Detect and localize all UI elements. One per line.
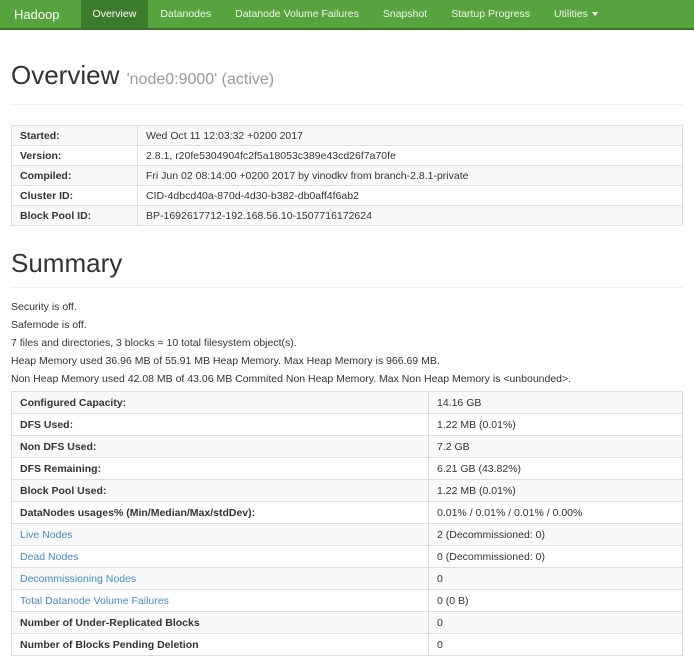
summary-table: Configured Capacity: 14.16 GB DFS Used: …: [11, 391, 683, 656]
metric-label-cell: Block Pool Used:: [12, 480, 429, 502]
metric-label: Non DFS Used:: [20, 441, 96, 453]
metric-value: 7.2 GB: [429, 436, 683, 458]
page-title: Overview 'node0:9000' (active): [11, 60, 683, 95]
navbar: Hadoop Overview Datanodes Datanode Volum…: [0, 0, 694, 30]
overview-info-table: Started: Wed Oct 11 12:03:32 +0200 2017 …: [11, 125, 683, 226]
summary-table-body: Configured Capacity: 14.16 GB DFS Used: …: [12, 392, 683, 656]
namenode-address: 'node0:9000' (active): [127, 71, 275, 88]
table-row: Version: 2.8.1, r20fe5304904fc2f5a18053c…: [12, 146, 683, 166]
table-row: Total Datanode Volume Failures 0 (0 B): [12, 590, 683, 612]
metric-label: DataNodes usages% (Min/Median/Max/stdDev…: [20, 507, 255, 519]
metric-label[interactable]: Dead Nodes: [20, 551, 78, 563]
overview-title: Overview: [11, 60, 119, 90]
metric-label: Number of Blocks Pending Deletion: [20, 639, 199, 651]
metric-label-cell: Non DFS Used:: [12, 436, 429, 458]
status-line: 7 files and directories, 3 blocks = 10 t…: [11, 337, 683, 349]
metric-value: 1.22 MB (0.01%): [429, 414, 683, 436]
metric-label-cell: Total Datanode Volume Failures: [12, 590, 429, 612]
info-value: Wed Oct 11 12:03:32 +0200 2017: [138, 126, 683, 146]
metric-label-cell: DataNodes usages% (Min/Median/Max/stdDev…: [12, 502, 429, 524]
divider: [11, 287, 683, 288]
navbar-tab[interactable]: Overview: [81, 0, 149, 28]
metric-label-cell: DFS Used:: [12, 414, 429, 436]
metric-value: 0: [429, 568, 683, 590]
navbar-tab[interactable]: Snapshot: [371, 0, 439, 28]
table-row: DataNodes usages% (Min/Median/Max/stdDev…: [12, 502, 683, 524]
navbar-tab-label: Overview: [93, 8, 137, 20]
info-label: Compiled:: [12, 166, 138, 186]
table-row: Non DFS Used: 7.2 GB: [12, 436, 683, 458]
table-row: Block Pool Used: 1.22 MB (0.01%): [12, 480, 683, 502]
divider: [11, 104, 683, 105]
status-line: Non Heap Memory used 42.08 MB of 43.06 M…: [11, 373, 683, 385]
table-row: Dead Nodes 0 (Decommissioned: 0): [12, 546, 683, 568]
table-row: Block Pool ID: BP-1692617712-192.168.56.…: [12, 206, 683, 226]
metric-label[interactable]: Total Datanode Volume Failures: [20, 595, 169, 607]
navbar-tab-label: Datanode Volume Failures: [235, 8, 359, 20]
metric-value: 0: [429, 634, 683, 656]
chevron-down-icon: [592, 12, 598, 16]
status-line: Heap Memory used 36.96 MB of 55.91 MB He…: [11, 355, 683, 367]
metric-label[interactable]: Live Nodes: [20, 529, 73, 541]
metric-label-cell: DFS Remaining:: [12, 458, 429, 480]
table-row: Configured Capacity: 14.16 GB: [12, 392, 683, 414]
navbar-tab-label: Startup Progress: [451, 8, 530, 20]
navbar-tab-label: Utilities: [554, 8, 588, 20]
metric-label-cell: Decommissioning Nodes: [12, 568, 429, 590]
info-label: Cluster ID:: [12, 186, 138, 206]
main-content: Overview 'node0:9000' (active) Started: …: [0, 60, 694, 656]
info-label: Version:: [12, 146, 138, 166]
navbar-tab[interactable]: Utilities: [542, 0, 610, 28]
metric-label-cell: Number of Blocks Pending Deletion: [12, 634, 429, 656]
metric-label-cell: Configured Capacity:: [12, 392, 429, 414]
metric-label: Configured Capacity:: [20, 397, 126, 409]
navbar-tab-label: Snapshot: [383, 8, 427, 20]
metric-value: 0: [429, 612, 683, 634]
table-row: Number of Blocks Pending Deletion 0: [12, 634, 683, 656]
metric-label-cell: Number of Under-Replicated Blocks: [12, 612, 429, 634]
metric-label: Block Pool Used:: [20, 485, 106, 497]
metric-value: 2 (Decommissioned: 0): [429, 524, 683, 546]
metric-label-cell: Dead Nodes: [12, 546, 429, 568]
navbar-tab[interactable]: Datanodes: [148, 0, 223, 28]
info-label: Started:: [12, 126, 138, 146]
status-line: Security is off.: [11, 301, 683, 313]
navbar-tab[interactable]: Startup Progress: [439, 0, 542, 28]
navbar-tab-label: Datanodes: [160, 8, 211, 20]
info-value: CID-4dbcd40a-870d-4d30-b382-db0aff4f6ab2: [138, 186, 683, 206]
metric-label: DFS Used:: [20, 419, 73, 431]
info-value: 2.8.1, r20fe5304904fc2f5a18053c389e43cd2…: [138, 146, 683, 166]
overview-info-table-body: Started: Wed Oct 11 12:03:32 +0200 2017 …: [12, 126, 683, 226]
table-row: Live Nodes 2 (Decommissioned: 0): [12, 524, 683, 546]
status-line: Safemode is off.: [11, 319, 683, 331]
table-row: Started: Wed Oct 11 12:03:32 +0200 2017: [12, 126, 683, 146]
table-row: DFS Remaining: 6.21 GB (43.82%): [12, 458, 683, 480]
table-row: Number of Under-Replicated Blocks 0: [12, 612, 683, 634]
metric-value: 6.21 GB (43.82%): [429, 458, 683, 480]
info-value: Fri Jun 02 08:14:00 +0200 2017 by vinodk…: [138, 166, 683, 186]
summary-status-lines: Security is off. Safemode is off. 7 file…: [11, 301, 683, 385]
table-row: Compiled: Fri Jun 02 08:14:00 +0200 2017…: [12, 166, 683, 186]
table-row: Cluster ID: CID-4dbcd40a-870d-4d30-b382-…: [12, 186, 683, 206]
table-row: Decommissioning Nodes 0: [12, 568, 683, 590]
info-value: BP-1692617712-192.168.56.10-150771617262…: [138, 206, 683, 226]
metric-label: Number of Under-Replicated Blocks: [20, 617, 200, 629]
metric-label-cell: Live Nodes: [12, 524, 429, 546]
metric-value: 14.16 GB: [429, 392, 683, 414]
metric-value: 0 (0 B): [429, 590, 683, 612]
summary-title: Summary: [11, 248, 683, 278]
metric-value: 0 (Decommissioned: 0): [429, 546, 683, 568]
info-label: Block Pool ID:: [12, 206, 138, 226]
hadoop-brand[interactable]: Hadoop: [0, 0, 74, 28]
metric-label[interactable]: Decommissioning Nodes: [20, 573, 136, 585]
metric-label: DFS Remaining:: [20, 463, 101, 475]
table-row: DFS Used: 1.22 MB (0.01%): [12, 414, 683, 436]
navbar-tab[interactable]: Datanode Volume Failures: [223, 0, 371, 28]
metric-value: 0.01% / 0.01% / 0.01% / 0.00%: [429, 502, 683, 524]
metric-value: 1.22 MB (0.01%): [429, 480, 683, 502]
navbar-tabs: Overview Datanodes Datanode Volume Failu…: [81, 0, 610, 28]
